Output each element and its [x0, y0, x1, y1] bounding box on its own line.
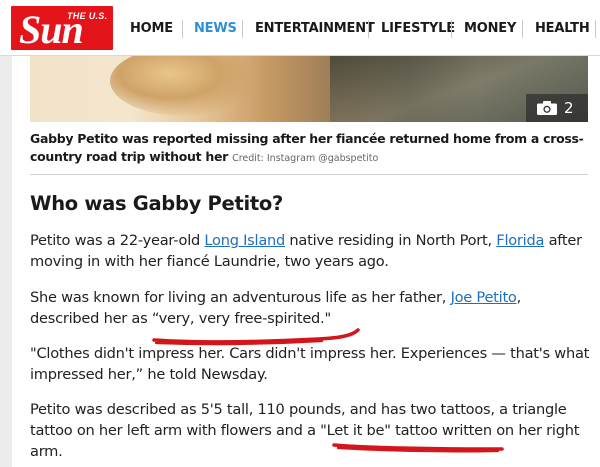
nav-divider: [182, 20, 183, 38]
nav-divider: [242, 20, 243, 38]
paragraph-1-text-b: native residing in North Port,: [285, 232, 497, 249]
nav-news[interactable]: NEWS: [194, 18, 237, 40]
paragraph-1: Petito was a 22-year-old Long Island nat…: [30, 230, 590, 272]
left-rail: [0, 56, 12, 467]
nav-divider: [451, 20, 452, 38]
nav-health[interactable]: HEALTH: [535, 18, 590, 40]
nav-home[interactable]: HOME: [130, 18, 173, 40]
caption-divider: [30, 174, 588, 175]
paragraph-2: She was known for living an adventurous …: [30, 287, 590, 329]
nav-divider: [522, 20, 523, 38]
image-caption: Gabby Petito was reported missing after …: [30, 130, 590, 168]
sun-logo[interactable]: THE U.S. Sun: [11, 6, 113, 50]
site-header: THE U.S. Sun HOME NEWS ENTERTAINMENT LIF…: [0, 0, 600, 56]
nav-divider: [595, 20, 596, 38]
nav-divider: [368, 20, 369, 38]
paragraph-4: Petito was described as 5'5 tall, 110 po…: [30, 401, 580, 460]
section-heading: Who was Gabby Petito?: [30, 192, 283, 215]
nav-money[interactable]: MONEY: [464, 18, 516, 40]
logo-wordmark: Sun: [19, 7, 84, 50]
paragraph-1-text-a: Petito was a 22-year-old: [30, 232, 205, 249]
nav-entertainment[interactable]: ENTERTAINMENT: [255, 18, 375, 40]
gallery-badge[interactable]: 2: [526, 94, 588, 122]
paragraph-2-text-a: She was known for living an adventurous …: [30, 289, 451, 306]
photo-count: 2: [564, 99, 574, 117]
hero-image-subject: [110, 56, 260, 116]
link-florida[interactable]: Florida: [496, 232, 544, 249]
link-joe-petito[interactable]: Joe Petito: [451, 289, 517, 306]
paragraph-3: "Clothes didn't impress her. Cars didn't…: [30, 345, 590, 383]
hero-image[interactable]: 2: [30, 56, 588, 122]
caption-credit: Credit: Instagram @gabspetito: [232, 153, 379, 164]
camera-icon: [537, 101, 557, 115]
nav-lifestyle[interactable]: LIFESTYLE: [381, 18, 455, 40]
link-long-island[interactable]: Long Island: [204, 232, 285, 249]
